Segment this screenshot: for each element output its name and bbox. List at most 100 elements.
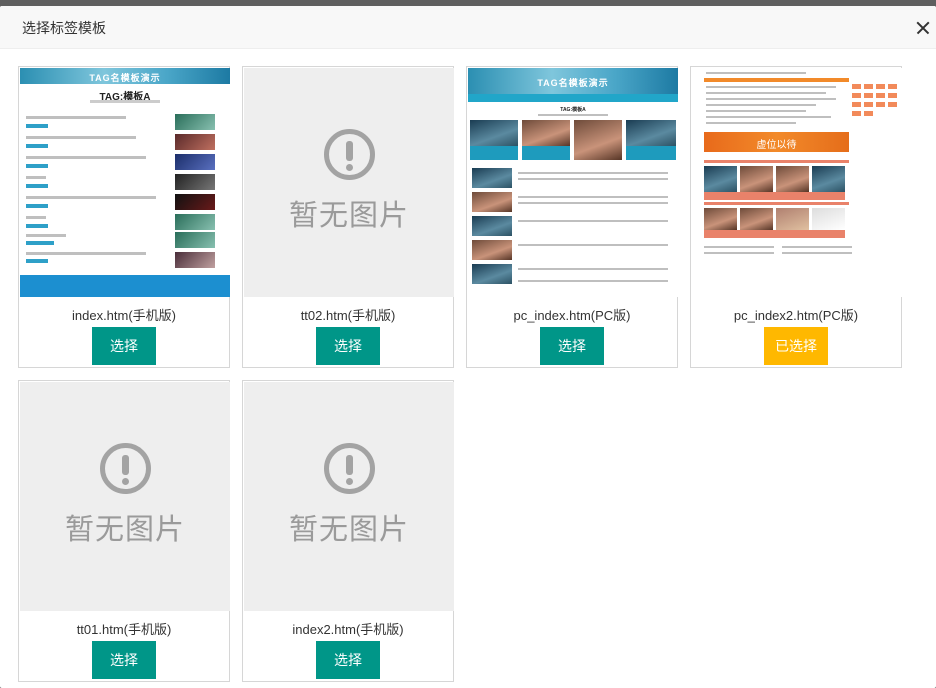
- preview-photo: [175, 194, 215, 210]
- selected-button[interactable]: 已选择: [764, 327, 828, 365]
- preview-row: [704, 252, 774, 254]
- select-button[interactable]: 选择: [316, 327, 380, 365]
- preview-tag: [26, 259, 48, 263]
- no-image-placeholder: 暂无图片: [244, 68, 454, 297]
- preview-row: [518, 220, 668, 222]
- tag-cell: [876, 93, 885, 98]
- template-name: tt02.htm(手机版): [300, 308, 396, 323]
- preview-row: [518, 196, 668, 198]
- preview-photo: [812, 166, 845, 192]
- preview-photo: [704, 208, 737, 230]
- tag-cell: [852, 102, 861, 107]
- preview-row: [518, 202, 668, 204]
- preview-photo: [472, 264, 512, 284]
- template-name: index.htm(手机版): [71, 308, 177, 323]
- close-icon[interactable]: [914, 18, 934, 38]
- preview-tag: [26, 164, 48, 168]
- select-button[interactable]: 选择: [92, 327, 156, 365]
- preview-nav: [704, 78, 849, 82]
- exclamation-circle-icon: [324, 129, 375, 180]
- tag-cell: [864, 111, 873, 116]
- preview-footer-links: [20, 275, 230, 297]
- tag-cell: [888, 84, 897, 89]
- exclamation-circle-icon: [324, 443, 375, 494]
- template-name: pc_index.htm(PC版): [513, 308, 631, 323]
- preview-tag: [26, 184, 48, 188]
- preview-banner: TAG名模板演示: [468, 68, 678, 94]
- preview-photo: [626, 120, 676, 146]
- preview-tag: [26, 204, 48, 208]
- preview-title: TAG:模板A: [560, 107, 586, 113]
- preview-photo: [175, 252, 215, 268]
- template-card-pc-index[interactable]: TAG名模板演示 TAG:模板A pc_index.htm(PC版) 选择: [466, 66, 678, 368]
- tag-cell: [852, 84, 861, 89]
- no-image-text: 暂无图片: [288, 514, 409, 546]
- tag-cell: [876, 84, 885, 89]
- preview-subtitle: [538, 114, 608, 116]
- preview-row: [26, 196, 156, 199]
- preview-photo: [472, 216, 512, 236]
- template-preview-image: TAG名模板演示 TAG:模板A: [20, 68, 230, 297]
- preview-row: [704, 246, 774, 248]
- preview-row: [518, 172, 668, 174]
- preview-photo: [175, 214, 215, 230]
- preview-photo: [175, 114, 215, 130]
- preview-row: [782, 246, 852, 248]
- preview-row: [706, 92, 826, 94]
- tag-cell: [852, 111, 861, 116]
- preview-photo: [740, 166, 773, 192]
- no-image-text: 暂无图片: [288, 200, 409, 232]
- preview-row: [26, 116, 126, 119]
- preview-subtitle: [90, 100, 160, 103]
- preview-row: [706, 122, 796, 124]
- preview-row: [26, 234, 66, 237]
- preview-tag: [26, 224, 48, 228]
- preview-tag: [26, 241, 54, 245]
- exclamation-circle-icon: [100, 443, 151, 494]
- tag-cell: [888, 102, 897, 107]
- preview-row: [782, 252, 852, 254]
- preview-photo: [175, 232, 215, 248]
- preview-row: [704, 160, 849, 163]
- preview-photo: [776, 166, 809, 192]
- template-card-pc-index2[interactable]: 虚位以待 pc_index2.htm(PC版) 已选择: [690, 66, 902, 368]
- dialog-title: 选择标签模板: [22, 20, 106, 36]
- select-button[interactable]: 选择: [540, 327, 604, 365]
- template-name: index2.htm(手机版): [292, 622, 404, 637]
- preview-row: [706, 98, 836, 100]
- preview-caption: [626, 146, 676, 160]
- tag-cell: [852, 93, 861, 98]
- preview-photo: [472, 240, 512, 260]
- preview-row: [26, 136, 136, 139]
- preview-ad-banner: 虚位以待: [704, 132, 849, 152]
- template-preview-image: 虚位以待: [692, 68, 902, 297]
- tag-cell: [876, 102, 885, 107]
- preview-photo: [812, 208, 845, 230]
- select-button[interactable]: 选择: [92, 641, 156, 679]
- no-image-text: 暂无图片: [64, 514, 185, 546]
- preview-row: [26, 176, 46, 179]
- tag-cell: [888, 93, 897, 98]
- preview-row: [706, 110, 806, 112]
- preview-photo: [776, 208, 809, 230]
- preview-caption: [522, 146, 570, 160]
- template-card-tt01[interactable]: 暂无图片 tt01.htm(手机版) 选择: [18, 380, 230, 682]
- ad-banner-text: 虚位以待: [756, 140, 797, 151]
- preview-photo: [522, 120, 570, 146]
- preview-photo: [574, 120, 622, 160]
- preview-photo: [175, 154, 215, 170]
- preview-row: [518, 268, 668, 270]
- tag-cell: [864, 84, 873, 89]
- select-button[interactable]: 选择: [316, 641, 380, 679]
- preview-tag: [26, 144, 48, 148]
- preview-row: [518, 244, 668, 246]
- preview-photo: [175, 174, 215, 190]
- template-card-index[interactable]: TAG名模板演示 TAG:模板A index.htm(手机版) 选择: [18, 66, 230, 368]
- preview-banner-text: TAG名模板演示: [537, 78, 609, 88]
- template-card-index2[interactable]: 暂无图片 index2.htm(手机版) 选择: [242, 380, 454, 682]
- preview-photo: [472, 168, 512, 188]
- preview-caption: [704, 192, 845, 200]
- preview-photo: [175, 134, 215, 150]
- template-name: tt01.htm(手机版): [76, 622, 172, 637]
- template-card-tt02[interactable]: 暂无图片 tt02.htm(手机版) 选择: [242, 66, 454, 368]
